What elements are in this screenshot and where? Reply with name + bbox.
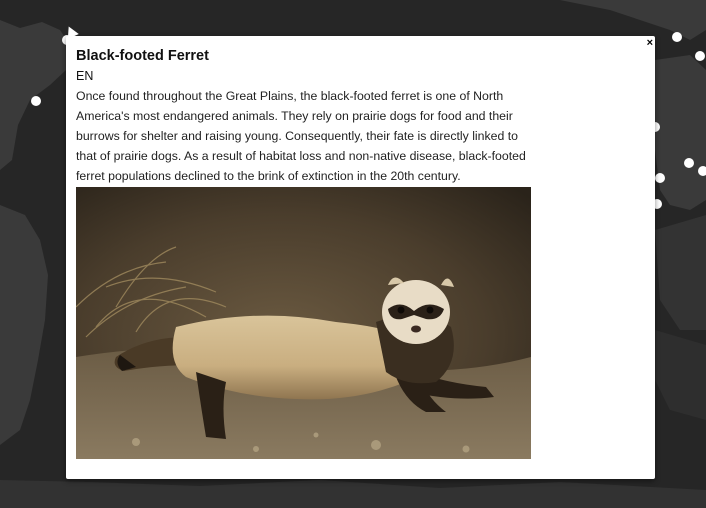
species-title: Black-footed Ferret xyxy=(76,48,209,64)
species-popup: × Black-footed Ferret EN Once found thro… xyxy=(63,23,655,479)
ferret-photo xyxy=(76,187,531,459)
map-marker[interactable] xyxy=(672,32,682,42)
map-marker[interactable] xyxy=(698,166,706,176)
map-marker[interactable] xyxy=(655,173,665,183)
map-marker[interactable] xyxy=(695,51,705,61)
map-marker[interactable] xyxy=(684,158,694,168)
close-button[interactable]: × xyxy=(647,37,653,49)
species-description: Once found throughout the Great Plains, … xyxy=(76,89,526,183)
black-footed-ferret-photo xyxy=(76,187,531,459)
conservation-status: EN xyxy=(76,69,94,83)
map-marker[interactable] xyxy=(31,96,41,106)
